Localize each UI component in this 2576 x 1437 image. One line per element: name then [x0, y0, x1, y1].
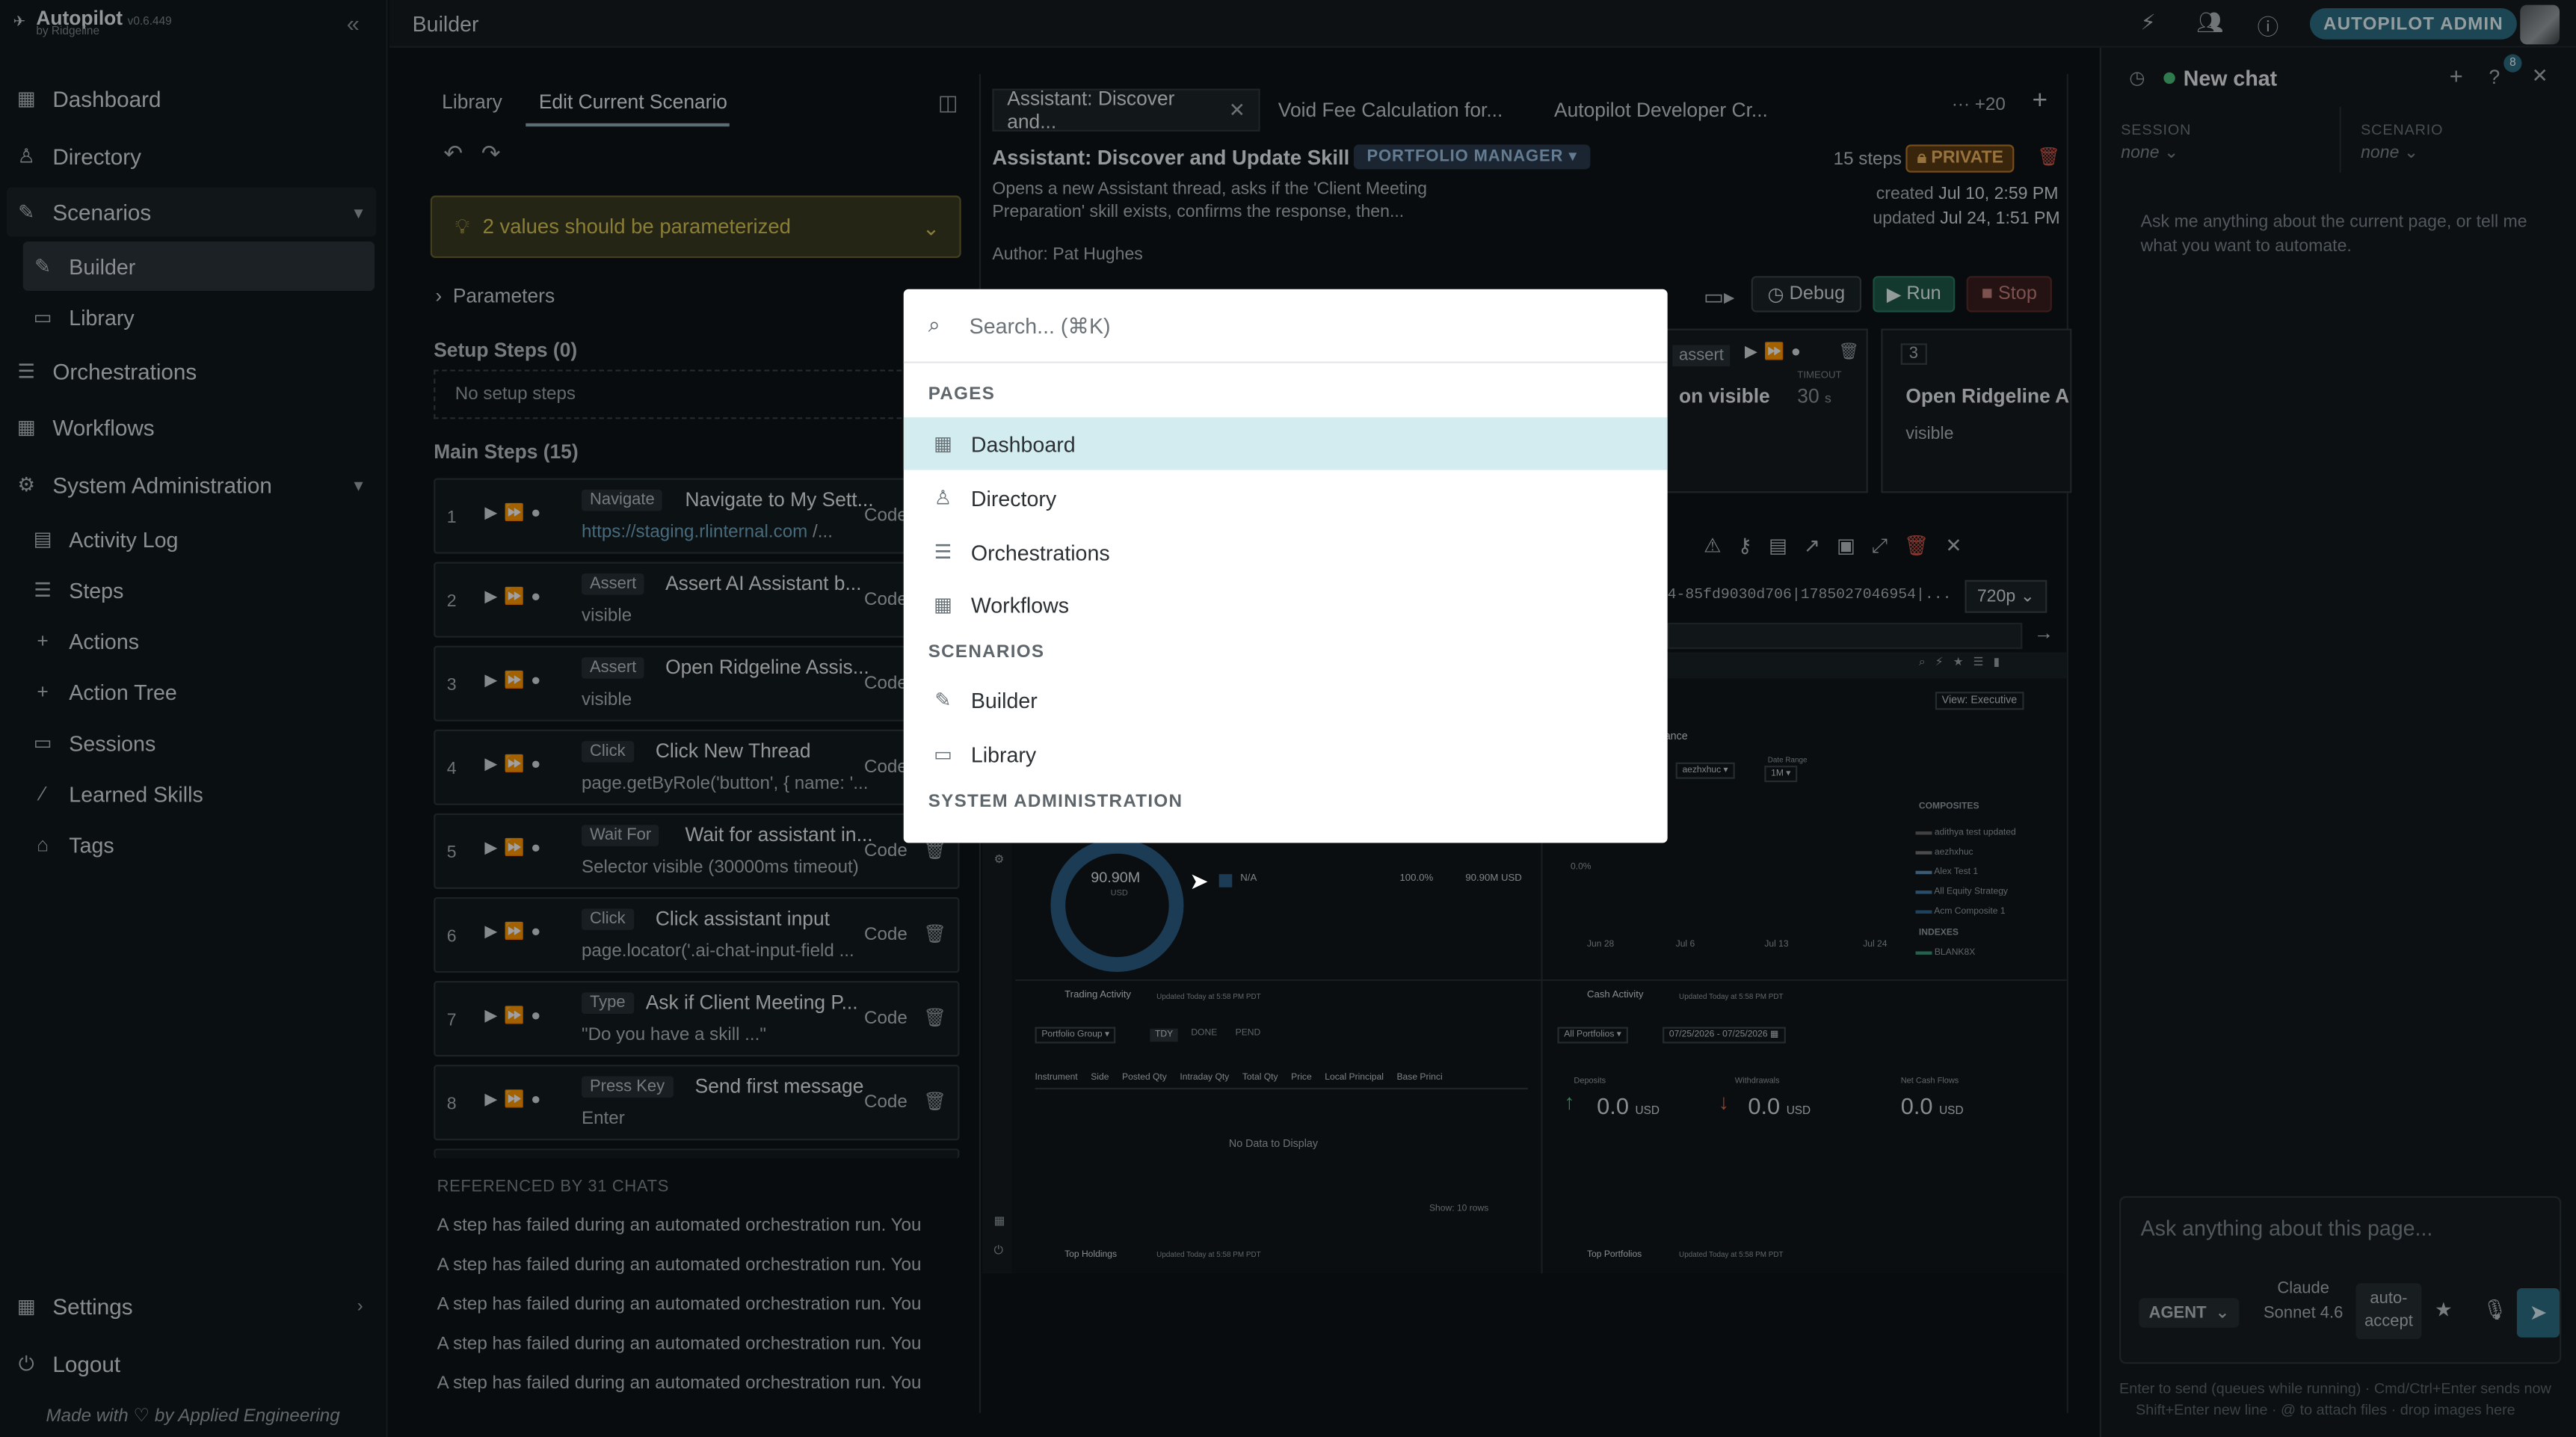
palette-search-input[interactable] — [969, 313, 1627, 338]
palette-item-label: Dashboard — [970, 431, 1076, 456]
command-palette: ⌕ PAGES ▦ Dashboard ♙ Directory ☰ Orchestra… — [903, 289, 1668, 843]
palette-item-label: Directory — [970, 485, 1057, 511]
palette-item-directory[interactable]: ♙ Directory — [904, 472, 1668, 524]
palette-item-label: Builder — [970, 687, 1038, 713]
section-pages: PAGES — [928, 384, 996, 404]
section-system-administration: SYSTEM ADMINISTRATION — [928, 792, 1183, 812]
wrench-icon: ✎ — [934, 688, 952, 712]
palette-item-orchestrations[interactable]: ☰ Orchestrations — [904, 526, 1668, 578]
palette-item-builder[interactable]: ✎ Builder — [904, 674, 1668, 726]
person-icon: ♙ — [934, 486, 952, 510]
palette-item-label: Workflows — [970, 592, 1070, 618]
palette-item-dashboard[interactable]: ▦ Dashboard — [903, 417, 1668, 470]
list-icon: ☰ — [934, 541, 952, 564]
palette-item-workflows[interactable]: ▦ Workflows — [904, 579, 1668, 631]
palette-item-label: Orchestrations — [970, 539, 1110, 564]
mouse-cursor-icon: ➤ — [1189, 867, 1209, 894]
palette-item-label: Library — [970, 742, 1037, 767]
grid-icon: ▦ — [934, 431, 952, 455]
book-icon: ▭ — [934, 742, 952, 766]
grid-icon: ▦ — [934, 593, 952, 617]
palette-search: ⌕ — [903, 289, 1668, 363]
palette-item-library[interactable]: ▭ Library — [904, 728, 1668, 781]
section-scenarios: SCENARIOS — [928, 642, 1045, 662]
search-icon: ⌕ — [928, 312, 940, 337]
